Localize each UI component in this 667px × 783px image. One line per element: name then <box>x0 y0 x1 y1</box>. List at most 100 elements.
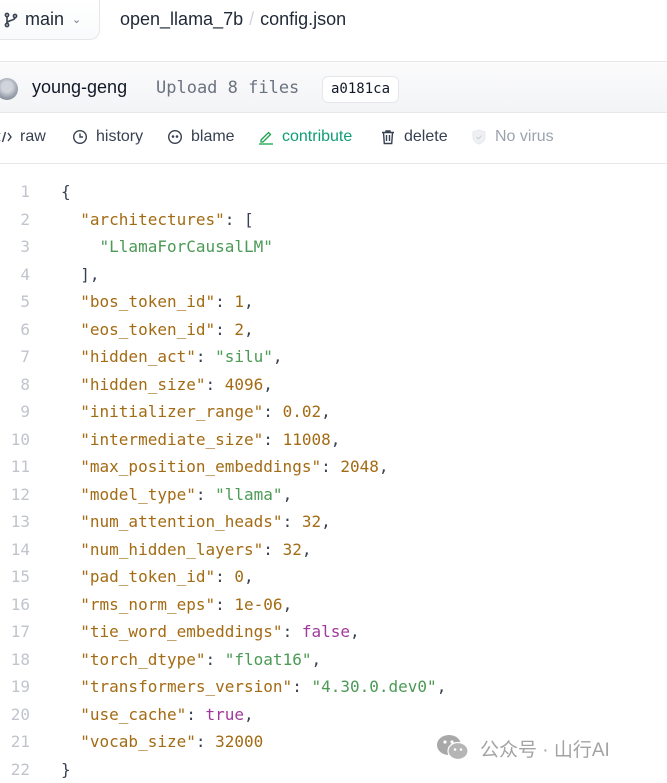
line-number[interactable]: 2 <box>0 210 30 229</box>
line-number[interactable]: 3 <box>0 237 30 256</box>
json-key: "hidden_act" <box>80 347 196 367</box>
colon: : <box>282 622 302 642</box>
line-number[interactable]: 19 <box>0 677 30 696</box>
blame-label: blame <box>191 128 235 145</box>
line-number[interactable]: 8 <box>0 375 30 394</box>
json-value: 1e-06 <box>234 594 283 614</box>
line-content: ], <box>30 264 100 284</box>
branch-selector[interactable]: main ⌄ <box>0 0 100 40</box>
history-label: history <box>96 128 144 145</box>
line-number[interactable]: 20 <box>0 705 30 724</box>
breadcrumb-file: config.json <box>260 9 347 29</box>
code-line: 7 "hidden_act": "silu", <box>0 343 667 371</box>
history-button[interactable]: history <box>72 128 143 146</box>
colon: : <box>224 209 245 229</box>
colon: : <box>195 484 216 504</box>
trailing-comma: , <box>436 677 447 697</box>
code-line: 12 "model_type": "llama", <box>0 481 667 509</box>
line-content: "tie_word_embeddings": false, <box>30 622 360 642</box>
line-number[interactable]: 12 <box>0 485 30 504</box>
code-line: 13 "num_attention_heads": 32, <box>0 508 667 536</box>
trailing-comma: , <box>378 457 389 477</box>
author-avatar[interactable] <box>0 78 18 100</box>
json-key: "torch_dtype" <box>80 649 206 669</box>
line-number[interactable]: 21 <box>0 732 30 751</box>
colon: : <box>292 677 312 697</box>
blame-button[interactable]: blame <box>167 128 235 146</box>
line-number[interactable]: 15 <box>0 567 30 586</box>
line-content: "rms_norm_eps": 1e-06, <box>30 595 292 614</box>
line-number[interactable]: 16 <box>0 595 30 614</box>
json-value: false <box>301 622 350 642</box>
json-value: 2 <box>234 319 245 339</box>
line-number[interactable]: 10 <box>0 430 30 449</box>
branch-name: main <box>25 9 65 29</box>
line-number[interactable]: 5 <box>0 292 30 311</box>
pencil-icon <box>259 131 273 145</box>
face-icon <box>167 129 183 145</box>
code-viewer: 1{2 "architectures": [3 "LlamaForCausalL… <box>0 178 667 783</box>
line-number[interactable]: 1 <box>0 182 30 201</box>
line-content: "model_type": "llama", <box>30 485 292 504</box>
line-number[interactable]: 13 <box>0 512 30 531</box>
code-line: 2 "architectures": [ <box>0 206 667 234</box>
json-key: "hidden_size" <box>80 374 206 394</box>
json-key: "max_position_embeddings" <box>80 457 322 477</box>
json-key: "transformers_version" <box>80 677 293 697</box>
code-line: 4 ], <box>0 261 667 289</box>
trailing-comma: , <box>350 622 360 642</box>
chevron-down-icon: ⌄ <box>72 14 82 26</box>
line-number[interactable]: 22 <box>0 760 30 779</box>
contribute-button[interactable]: contribute <box>258 128 352 146</box>
file-header: main ⌄ open_llama_7b / config.json <box>0 0 667 62</box>
line-number[interactable]: 17 <box>0 622 30 641</box>
line-number[interactable]: 11 <box>0 457 30 476</box>
trailing-comma: , <box>321 512 331 532</box>
commit-sha[interactable]: a0181ca <box>322 76 400 103</box>
line-content: "initializer_range": 0.02, <box>30 402 330 422</box>
json-value: "LlamaForCausalLM" <box>99 237 273 257</box>
json-key: "intermediate_size" <box>80 429 264 449</box>
line-number[interactable]: 14 <box>0 540 30 559</box>
trash-icon <box>382 130 394 145</box>
json-value: 0.02 <box>282 402 322 422</box>
line-number[interactable]: 6 <box>0 320 30 339</box>
line-number[interactable]: 4 <box>0 265 30 284</box>
raw-button[interactable]: raw <box>0 128 46 146</box>
commit-author[interactable]: young-geng <box>32 77 127 98</box>
line-number[interactable]: 7 <box>0 347 30 366</box>
line-content: "LlamaForCausalLM" <box>30 237 273 256</box>
line-number[interactable]: 18 <box>0 650 30 669</box>
colon: : <box>186 704 206 724</box>
trailing-comma: , <box>282 484 293 504</box>
trailing-comma: , <box>272 347 283 367</box>
colon: : <box>215 594 235 614</box>
line-content: "pad_token_id": 0, <box>30 567 253 587</box>
line-content: } <box>30 760 71 779</box>
json-value: ], <box>80 264 100 284</box>
code-line: 19 "transformers_version": "4.30.0.dev0"… <box>0 673 667 701</box>
trailing-comma: , <box>244 319 254 339</box>
breadcrumb-repo[interactable]: open_llama_7b <box>120 9 243 30</box>
trailing-comma: , <box>311 649 322 669</box>
line-content: "eos_token_id": 2, <box>30 319 254 339</box>
shield-icon <box>472 129 486 145</box>
trailing-comma: , <box>244 704 254 724</box>
line-number[interactable]: 9 <box>0 402 30 421</box>
delete-button[interactable]: delete <box>380 128 448 146</box>
json-value: [ <box>244 209 254 229</box>
json-key: "pad_token_id" <box>80 567 216 587</box>
commit-message[interactable]: Upload 8 files <box>156 78 299 98</box>
line-content: "architectures": [ <box>30 209 254 229</box>
colon: : <box>263 402 283 422</box>
